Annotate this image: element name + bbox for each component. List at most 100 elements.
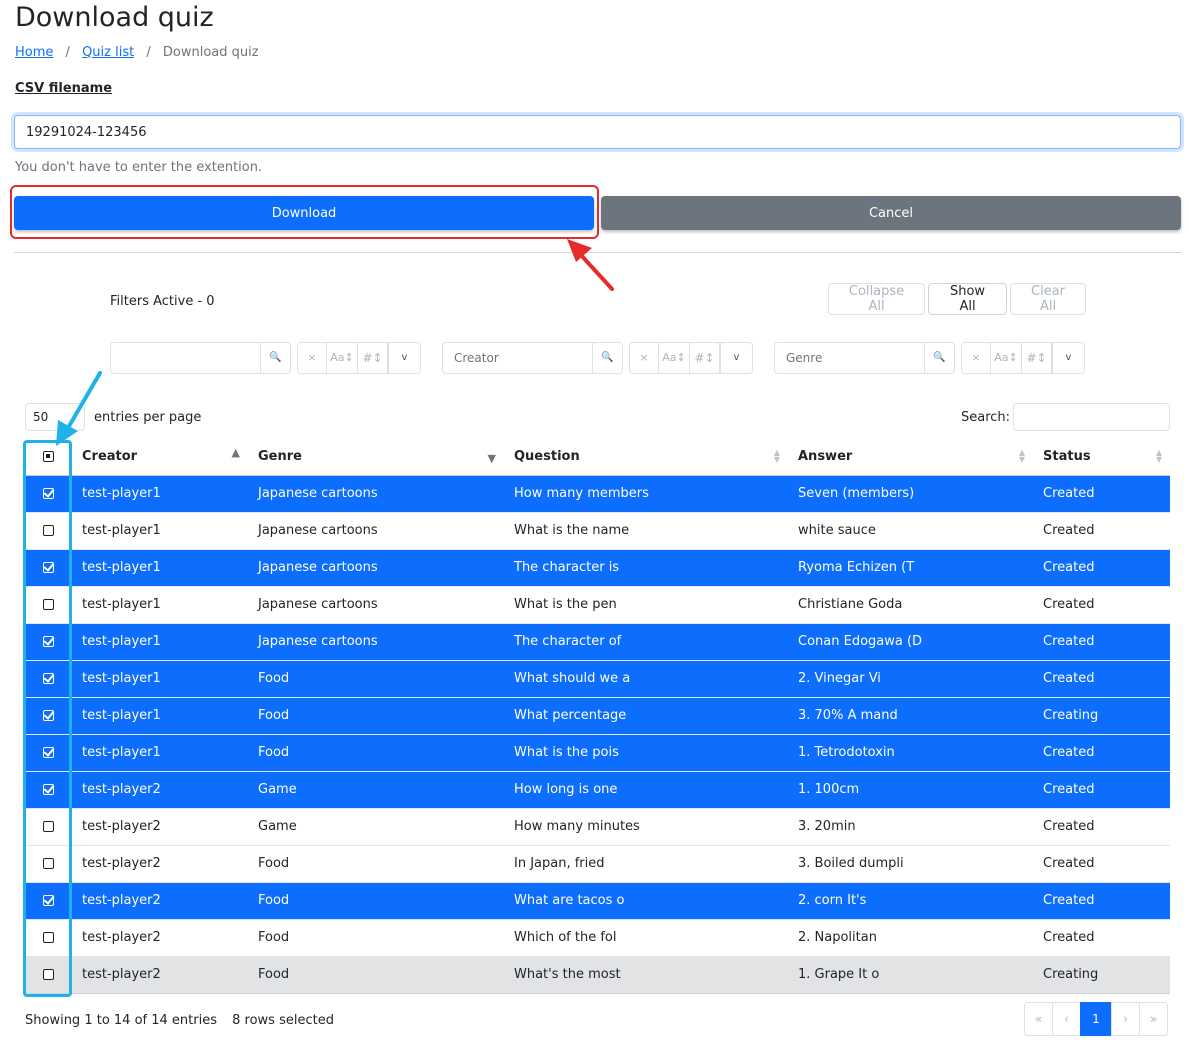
cell-genre: Japanese cartoons bbox=[248, 586, 504, 624]
cell-creator: test-player2 bbox=[72, 771, 248, 809]
download-highlight-box bbox=[10, 185, 599, 239]
show-all-button[interactable]: Show All bbox=[928, 283, 1007, 315]
entries-per-page-label: entries per page bbox=[94, 410, 202, 425]
sort-desc-icon: ▼ bbox=[487, 452, 496, 465]
case-sort-icon[interactable]: Aa↕ bbox=[991, 342, 1022, 374]
clear-filter-icon[interactable]: × bbox=[629, 342, 659, 374]
case-sort-icon[interactable]: Aa↕ bbox=[327, 342, 358, 374]
search-icon[interactable]: 🔍 bbox=[924, 342, 955, 374]
cell-question: In Japan, fried bbox=[504, 845, 788, 883]
cell-creator: test-player2 bbox=[72, 808, 248, 846]
clear-filter-icon[interactable]: × bbox=[297, 342, 327, 374]
cell-genre: Game bbox=[248, 808, 504, 846]
case-sort-icon[interactable]: Aa↕ bbox=[659, 342, 690, 374]
table-row[interactable]: test-player2 Food Which of the fol 2. Napol… bbox=[25, 919, 1170, 957]
cell-creator: test-player1 bbox=[72, 623, 248, 661]
cell-status: Created bbox=[1033, 734, 1170, 772]
cell-question: The character of bbox=[504, 623, 788, 661]
chevron-down-icon[interactable]: v bbox=[388, 342, 421, 374]
column-header-answer[interactable]: Answer ▲ ▼ bbox=[788, 438, 1033, 476]
table-header-row: Creator ▲ Genre ▼ Question ▲ ▼ Answer ▲ ▼ Stat… bbox=[25, 438, 1170, 476]
filter-input-1[interactable] bbox=[110, 342, 260, 374]
table-search-input[interactable] bbox=[1013, 403, 1170, 431]
cell-answer: Ryoma Echizen (T bbox=[788, 549, 1033, 587]
table-row[interactable]: test-player2 Game How many minutes 3. 20min… bbox=[25, 808, 1170, 846]
search-icon[interactable]: 🔍 bbox=[592, 342, 623, 374]
cell-genre: Food bbox=[248, 734, 504, 772]
cell-question: What is the name bbox=[504, 512, 788, 550]
filter-input-creator[interactable] bbox=[442, 342, 592, 374]
table-row[interactable]: test-player2 Food What's the most 1. Grape … bbox=[25, 956, 1170, 994]
column-header-status[interactable]: Status ▲ ▼ bbox=[1033, 438, 1170, 476]
next-page-button[interactable]: › bbox=[1111, 1002, 1140, 1036]
table-row[interactable]: test-player1 Food What percentage 3. 70% A … bbox=[25, 697, 1170, 735]
entries-per-page-select[interactable]: 50 bbox=[25, 403, 85, 431]
cell-status: Creating bbox=[1033, 697, 1170, 735]
cell-creator: test-player1 bbox=[72, 549, 248, 587]
selected-rows-info: 8 rows selected bbox=[232, 1013, 334, 1028]
entries-info: Showing 1 to 14 of 14 entries bbox=[25, 1013, 217, 1028]
cancel-button[interactable]: Cancel bbox=[601, 196, 1181, 230]
cell-status: Created bbox=[1033, 549, 1170, 587]
collapse-all-button[interactable]: Collapse All bbox=[828, 283, 925, 315]
cell-answer: 1. Grape It o bbox=[788, 956, 1033, 994]
page-1-button[interactable]: 1 bbox=[1080, 1002, 1112, 1036]
breadcrumb-home-link[interactable]: Home bbox=[15, 45, 53, 60]
prev-page-button[interactable]: ‹ bbox=[1052, 1002, 1081, 1036]
cell-question: How many members bbox=[504, 475, 788, 513]
number-sort-icon[interactable]: #↕ bbox=[358, 342, 388, 374]
clear-all-button[interactable]: Clear All bbox=[1010, 283, 1086, 315]
cell-question: How many minutes bbox=[504, 808, 788, 846]
table-row[interactable]: test-player1 Japanese cartoons The charact… bbox=[25, 623, 1170, 661]
cell-creator: test-player1 bbox=[72, 586, 248, 624]
search-icon[interactable]: 🔍 bbox=[260, 342, 291, 374]
red-arrow-icon bbox=[567, 239, 614, 291]
last-page-button[interactable]: » bbox=[1139, 1002, 1168, 1036]
table-row[interactable]: test-player1 Food What is the pois 1. Tetro… bbox=[25, 734, 1170, 772]
filter-input-genre[interactable] bbox=[774, 342, 924, 374]
table-info: Showing 1 to 14 of 14 entries 8 rows sel… bbox=[25, 1013, 334, 1028]
chevron-down-icon[interactable]: v bbox=[1052, 342, 1085, 374]
cell-question: Which of the fol bbox=[504, 919, 788, 957]
cell-question: What percentage bbox=[504, 697, 788, 735]
column-header-genre[interactable]: Genre ▼ bbox=[248, 438, 504, 476]
table-row[interactable]: test-player1 Japanese cartoons What is the… bbox=[25, 586, 1170, 624]
cell-question: What is the pen bbox=[504, 586, 788, 624]
cell-genre: Game bbox=[248, 771, 504, 809]
table-row[interactable]: test-player1 Japanese cartoons How many me… bbox=[25, 475, 1170, 513]
column-header-question[interactable]: Question ▲ ▼ bbox=[504, 438, 788, 476]
first-page-button[interactable]: « bbox=[1024, 1002, 1053, 1036]
cell-genre: Food bbox=[248, 697, 504, 735]
table-row[interactable]: test-player2 Food What are tacos o 2. corn … bbox=[25, 882, 1170, 920]
table-row[interactable]: test-player2 Game How long is one 1. 100cm C… bbox=[25, 771, 1170, 809]
cell-answer: 1. 100cm bbox=[788, 771, 1033, 809]
cell-genre: Food bbox=[248, 956, 504, 994]
cell-answer: 2. Vinegar Vi bbox=[788, 660, 1033, 698]
cell-creator: test-player2 bbox=[72, 919, 248, 957]
number-sort-icon[interactable]: #↕ bbox=[1022, 342, 1052, 374]
csv-filename-input[interactable] bbox=[14, 115, 1181, 149]
cell-genre: Japanese cartoons bbox=[248, 475, 504, 513]
sort-icon: ▲ ▼ bbox=[1018, 448, 1025, 464]
number-sort-icon[interactable]: #↕ bbox=[690, 342, 720, 374]
cell-creator: test-player1 bbox=[72, 660, 248, 698]
table-row[interactable]: test-player1 Food What should we a 2. Vineg… bbox=[25, 660, 1170, 698]
table-row[interactable]: test-player1 Japanese cartoons What is the… bbox=[25, 512, 1170, 550]
table-row[interactable]: test-player1 Japanese cartoons The charact… bbox=[25, 549, 1170, 587]
clear-filter-icon[interactable]: × bbox=[961, 342, 991, 374]
divider bbox=[14, 252, 1181, 253]
cell-status: Created bbox=[1033, 919, 1170, 957]
chevron-down-icon[interactable]: v bbox=[720, 342, 753, 374]
breadcrumb-quiz-list-link[interactable]: Quiz list bbox=[82, 45, 134, 60]
cell-status: Created bbox=[1033, 771, 1170, 809]
sort-asc-icon: ▲ bbox=[231, 446, 240, 459]
breadcrumb-separator: / bbox=[65, 45, 70, 60]
page-title: Download quiz bbox=[15, 2, 214, 33]
cell-status: Created bbox=[1033, 845, 1170, 883]
cell-answer: Conan Edogawa (D bbox=[788, 623, 1033, 661]
table-row[interactable]: test-player2 Food In Japan, fried 3. Boiled… bbox=[25, 845, 1170, 883]
sort-icon: ▲ ▼ bbox=[773, 448, 780, 464]
cell-creator: test-player1 bbox=[72, 697, 248, 735]
csv-filename-label: CSV filename bbox=[15, 81, 113, 96]
column-header-creator[interactable]: Creator ▲ bbox=[72, 438, 248, 476]
